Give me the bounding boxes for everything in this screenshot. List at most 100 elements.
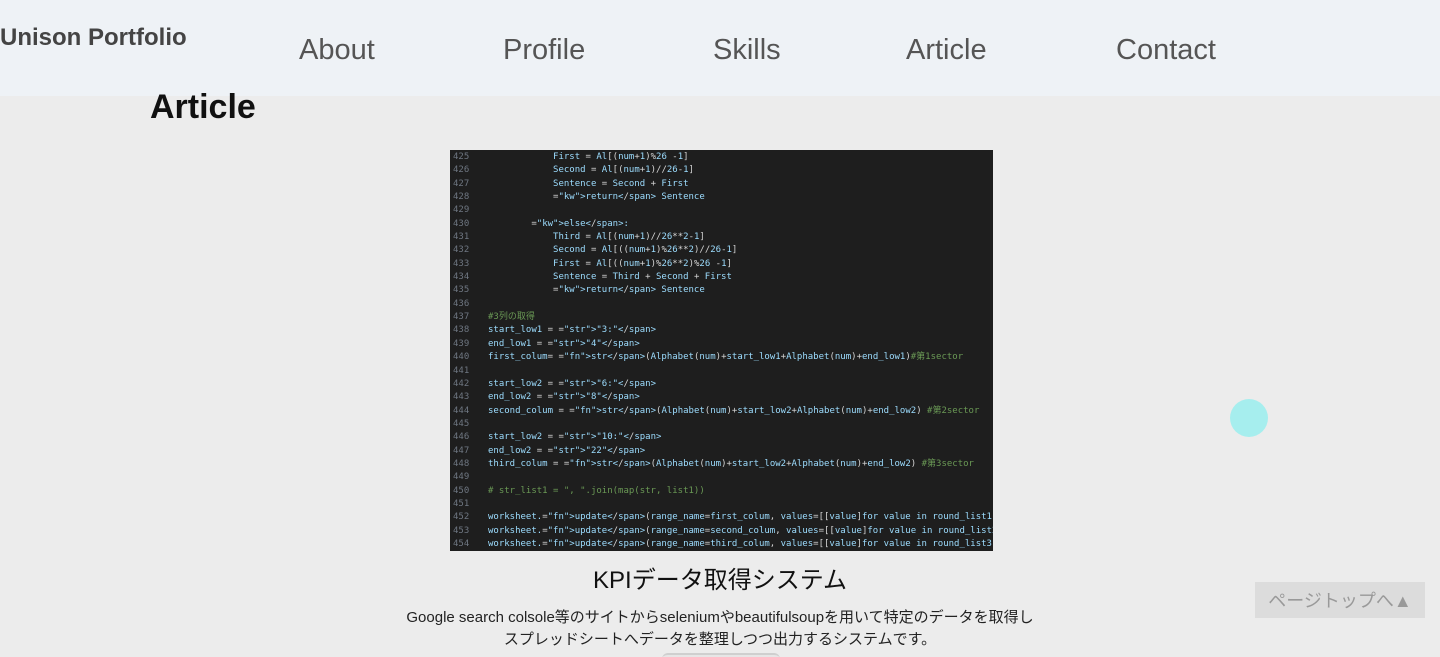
code-line-number: 446	[453, 432, 470, 443]
code-line: 440 first_colum= ="fn">str</span>(Alphabe…	[450, 351, 993, 364]
code-line: 427 Sentence = Second + First	[450, 178, 993, 191]
cursor-highlight-dot	[1230, 399, 1268, 437]
code-line-number: 425	[453, 152, 470, 162]
code-line: 442 start_low2 = ="str">"6:"</span>	[450, 378, 993, 391]
page-top-button[interactable]: ページトップへ▲	[1255, 582, 1425, 618]
site-logo[interactable]: Unison Portfolio	[0, 24, 187, 52]
code-line: 436	[450, 298, 993, 311]
code-line: 429	[450, 204, 993, 217]
code-line-number: 429	[453, 205, 470, 216]
code-line-number: 452	[453, 512, 470, 523]
work-description-line-1: Google search colsole等のサイトからseleniumやbea…	[406, 609, 1034, 626]
code-line-number: 434	[453, 272, 470, 283]
code-line: 452 worksheet.="fn">update</span>(range_n…	[450, 511, 993, 524]
code-line-number: 438	[453, 325, 470, 336]
code-line-number: 447	[453, 445, 470, 456]
code-line: 451	[450, 498, 993, 511]
nav-about[interactable]: About	[299, 34, 375, 67]
code-line-number: 432	[453, 245, 470, 256]
code-line: 428 ="kw">return</span> Sentence	[450, 191, 993, 204]
code-line-number: 427	[453, 178, 470, 189]
code-line-number: 445	[453, 418, 470, 429]
code-line: 448 third_colum = ="fn">str</span>(Alphab…	[450, 458, 993, 471]
code-line: 438 start_low1 = ="str">"3:"</span>	[450, 324, 993, 337]
code-line-text: ="kw">else</span>:	[531, 218, 629, 229]
code-line-number: 450	[453, 485, 470, 496]
code-line-number: 426	[453, 165, 470, 176]
code-line: 450 # str_list1 = ", ".join(map(str, list…	[450, 485, 993, 498]
code-line-number: 448	[453, 458, 470, 469]
code-line-text: end_low2 = ="str">"22"</span>	[488, 445, 646, 456]
code-line-number: 433	[453, 258, 470, 269]
code-line-text: start_low2 = ="str">"6:"</span>	[488, 378, 656, 389]
code-line: 454 worksheet.="fn">update</span>(range_n…	[450, 538, 993, 551]
code-line: 431 Third = Al[(num+1)//26**2-1]	[450, 231, 993, 244]
code-line-number: 439	[453, 338, 470, 349]
nav-article[interactable]: Article	[906, 34, 987, 67]
code-line: 446 start_low2 = ="str">"10:"</span>	[450, 431, 993, 444]
code-line-text: worksheet.="fn">update</span>(range_name…	[488, 525, 993, 536]
code-line: 449	[450, 471, 993, 484]
code-line-text: worksheet.="fn">update</span>(range_name…	[488, 512, 993, 523]
code-line: 441	[450, 365, 993, 378]
code-line: 430 ="kw">else</span>:	[450, 218, 993, 231]
code-line-number: 430	[453, 218, 470, 229]
code-line-number: 428	[453, 192, 470, 203]
code-line-text: Sentence = Second + First	[488, 178, 689, 189]
code-line-text: Second = Al[(num+1)//26-1]	[488, 165, 694, 176]
code-line-number: 443	[453, 392, 470, 403]
code-screenshot-image[interactable]: 425 First = Al[(num+1)%26 -1] 426 Second …	[450, 150, 993, 551]
code-line-text: First = Al[(num+1)%26 -1]	[488, 152, 689, 162]
code-line: 434 Sentence = Third + Second + First	[450, 271, 993, 284]
code-line-number: 453	[453, 525, 470, 536]
code-line-text: First = Al[((num+1)%26**2)%26 -1]	[488, 258, 732, 269]
code-line: 439 end_low1 = ="str">"4"</span>	[450, 338, 993, 351]
code-line-text: second_colum = ="fn">str</span>(Alphabet…	[488, 405, 980, 416]
code-line: 453 worksheet.="fn">update</span>(range_n…	[450, 525, 993, 538]
code-line: 445	[450, 418, 993, 431]
code-line-text: ="kw">return</span> Sentence	[553, 192, 705, 203]
code-line-number: 451	[453, 498, 470, 509]
code-line: 444 second_colum = ="fn">str</span>(Alpha…	[450, 405, 993, 418]
code-line-text: end_low2 = ="str">"8"</span>	[488, 392, 640, 403]
code-line-text: ="kw">return</span> Sentence	[553, 285, 705, 296]
code-line: 425 First = Al[(num+1)%26 -1]	[450, 151, 993, 164]
code-line-text: third_colum = ="fn">str</span>(Alphabet(…	[488, 458, 974, 469]
code-line-number: 441	[453, 365, 470, 376]
more-button-edge[interactable]	[662, 653, 780, 657]
code-line-number: 431	[453, 232, 470, 243]
code-line-text: #3列の取得	[488, 312, 535, 323]
code-line-number: 449	[453, 472, 470, 483]
code-line: 426 Second = Al[(num+1)//26-1]	[450, 164, 993, 177]
code-line-text: Sentence = Third + Second + First	[488, 272, 732, 283]
code-line-text: first_colum= ="fn">str</span>(Alphabet(n…	[488, 352, 964, 363]
section-title: Article	[150, 88, 256, 126]
code-line-number: 436	[453, 298, 470, 309]
code-line: 447 end_low2 = ="str">"22"</span>	[450, 445, 993, 458]
nav-profile[interactable]: Profile	[503, 34, 585, 67]
work-description-line-2: スプレッドシートへデータを整理しつつ出力するシステムです。	[503, 631, 937, 648]
code-line-text: end_low1 = ="str">"4"</span>	[488, 338, 640, 349]
code-line-text: start_low1 = ="str">"3:"</span>	[488, 325, 656, 336]
code-line-text: worksheet.="fn">update</span>(range_name…	[488, 538, 993, 549]
nav-contact[interactable]: Contact	[1116, 34, 1216, 67]
code-line-text: Third = Al[(num+1)//26**2-1]	[488, 232, 705, 243]
code-line-number: 444	[453, 405, 470, 416]
code-line: 433 First = Al[((num+1)%26**2)%26 -1]	[450, 258, 993, 271]
code-line: 443 end_low2 = ="str">"8"</span>	[450, 391, 993, 404]
nav-skills[interactable]: Skills	[713, 34, 781, 67]
work-description: Google search colsole等のサイトからseleniumやbea…	[0, 607, 1440, 651]
code-line: 432 Second = Al[((num+1)%26**2)//26-1]	[450, 244, 993, 257]
code-line-text: start_low2 = ="str">"10:"</span>	[488, 432, 662, 443]
code-line-number: 440	[453, 352, 470, 363]
code-line-number: 454	[453, 538, 470, 549]
site-header: Unison Portfolio About Profile Skills Ar…	[0, 0, 1440, 96]
code-line-text: # str_list1 = ", ".join(map(str, list1))	[488, 485, 705, 496]
code-line-number: 437	[453, 312, 470, 323]
code-line-number: 442	[453, 378, 470, 389]
code-line-number: 435	[453, 285, 470, 296]
work-title: KPIデータ取得システム	[593, 567, 847, 594]
code-line-text: Second = Al[((num+1)%26**2)//26-1]	[488, 245, 738, 256]
code-line: 435 ="kw">return</span> Sentence	[450, 284, 993, 297]
code-line: 437 #3列の取得	[450, 311, 993, 324]
